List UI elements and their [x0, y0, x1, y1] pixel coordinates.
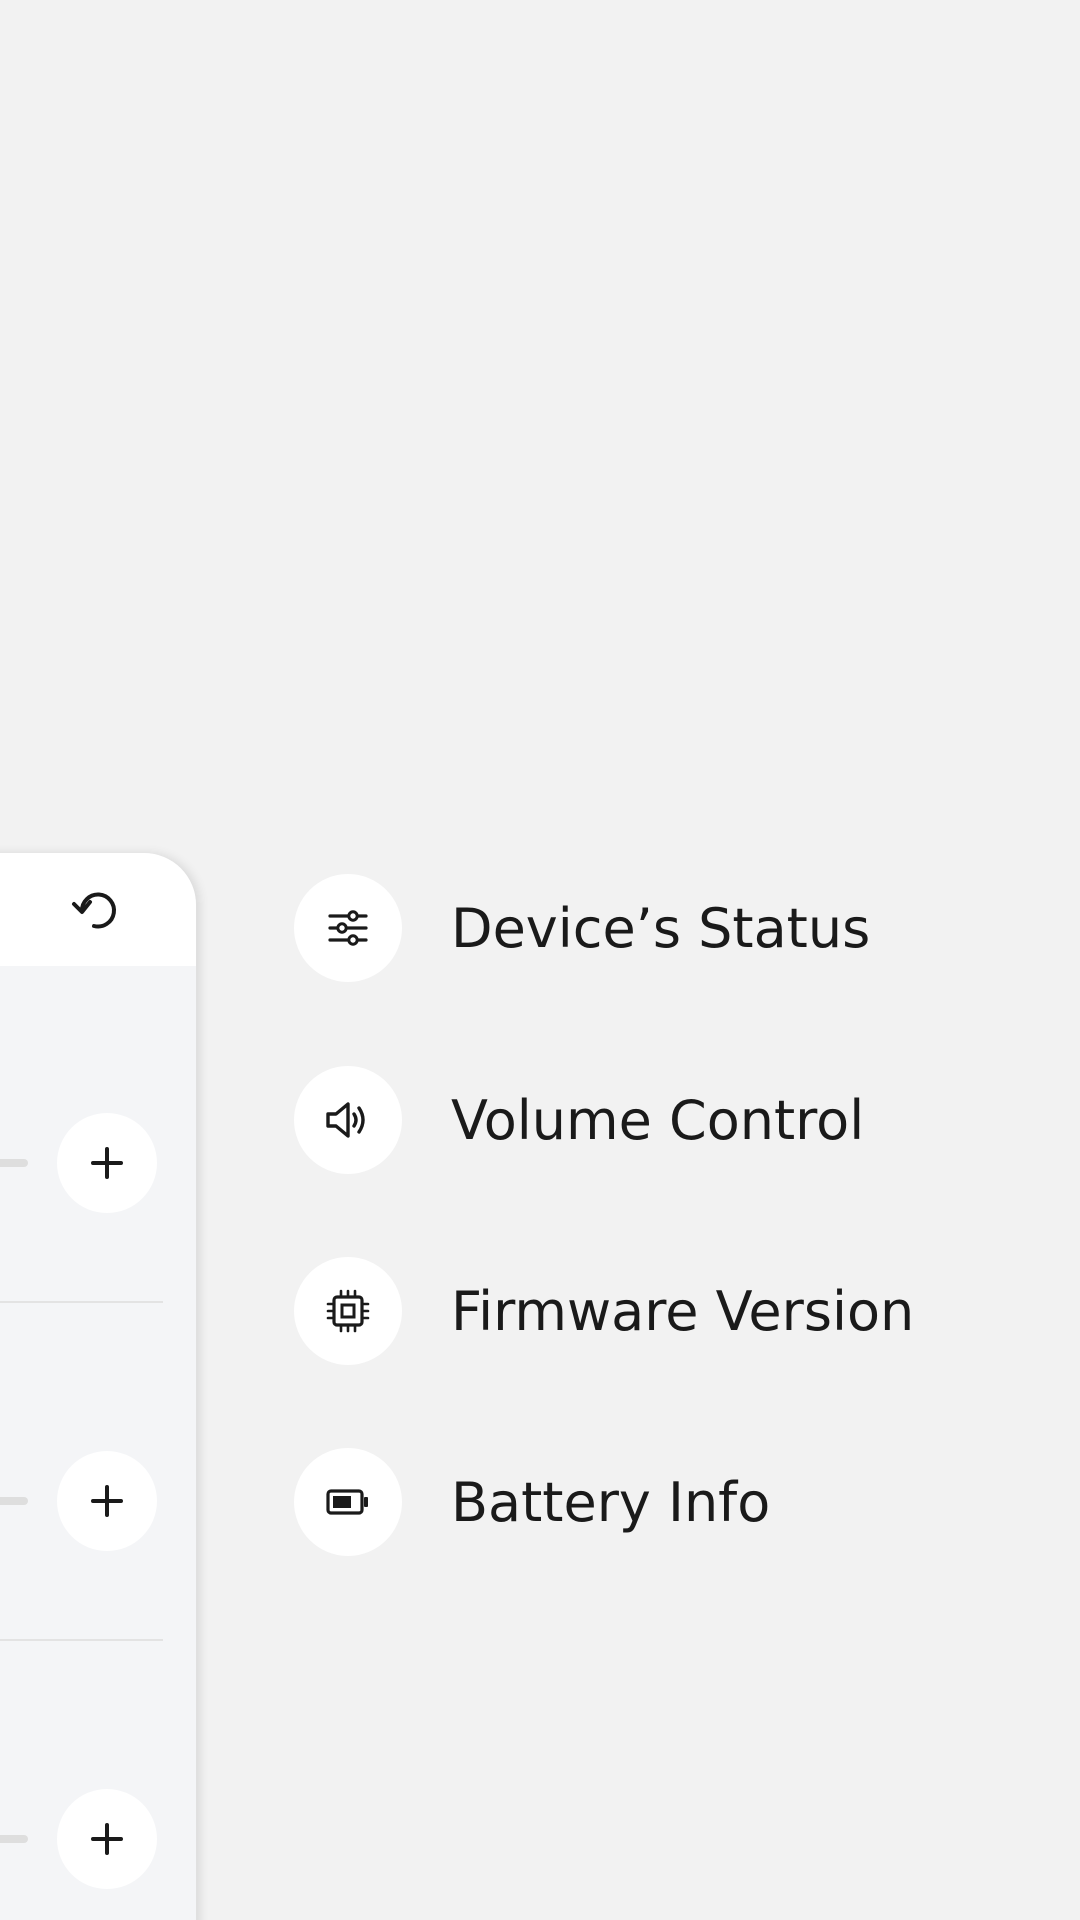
divider [0, 1301, 163, 1303]
add-button[interactable] [57, 1789, 157, 1889]
menu-item-device-status[interactable]: Device’s Status [294, 874, 870, 982]
add-button[interactable] [57, 1113, 157, 1213]
menu-item-battery-info[interactable]: Battery Info [294, 1448, 770, 1556]
menu-label: Volume Control [451, 1088, 865, 1152]
menu-icon-container [294, 1257, 402, 1365]
row-slider[interactable] [0, 1497, 28, 1505]
divider [0, 1639, 163, 1641]
menu-item-firmware-version[interactable]: Firmware Version [294, 1257, 914, 1365]
battery-icon [326, 1489, 368, 1515]
add-button[interactable] [57, 1451, 157, 1551]
reset-button[interactable] [68, 883, 124, 939]
menu-icon-container [294, 874, 402, 982]
menu-icon-container [294, 1066, 402, 1174]
menu-item-volume-control[interactable]: Volume Control [294, 1066, 864, 1174]
panel-header [0, 853, 196, 966]
plus-icon [91, 1485, 123, 1517]
plus-icon [91, 1823, 123, 1855]
sliders-icon [328, 910, 368, 946]
menu-label: Firmware Version [451, 1279, 915, 1343]
chip-icon [326, 1289, 370, 1333]
reset-icon [72, 892, 116, 929]
row-slider[interactable] [0, 1159, 28, 1167]
menu-label: Battery Info [451, 1470, 771, 1534]
screen: Device’s Status Volume Control Firmware … [0, 0, 1080, 1920]
plus-icon [91, 1147, 123, 1179]
volume-icon [326, 1102, 365, 1138]
menu-icon-container [294, 1448, 402, 1556]
menu-label: Device’s Status [451, 896, 871, 960]
side-panel [0, 853, 196, 1920]
row-slider[interactable] [0, 1835, 28, 1843]
